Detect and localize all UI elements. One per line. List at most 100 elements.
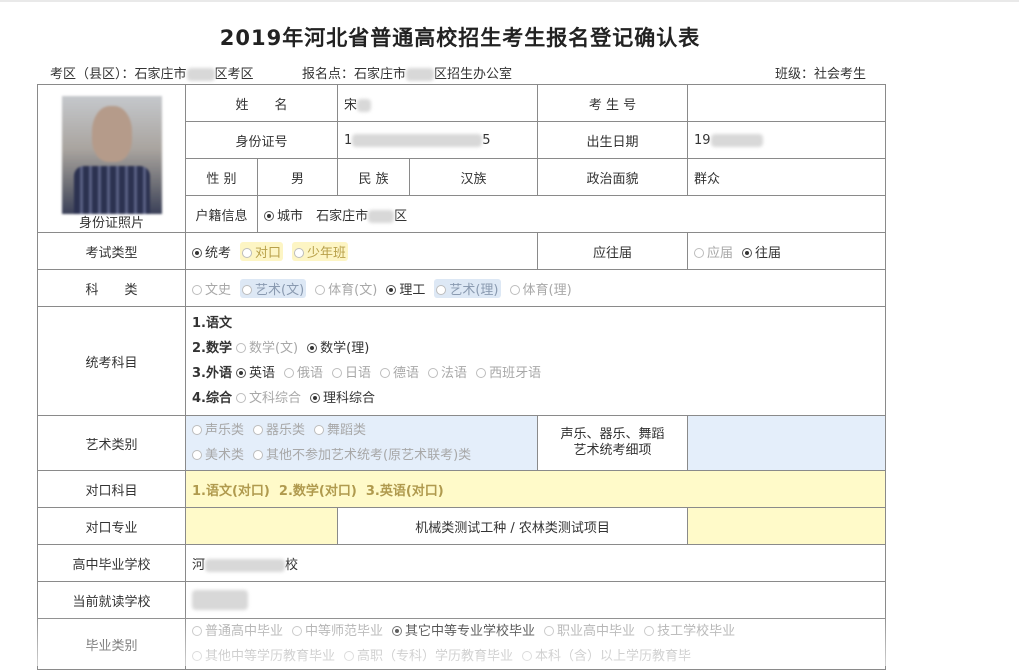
radio-option[interactable]: 理科综合 (310, 386, 375, 411)
id-photo (61, 96, 162, 214)
radio-option-label: 西班牙语 (489, 366, 542, 381)
unified-subject-row: 2.数学 数学(文) 数学(理) (192, 336, 879, 361)
radio-option[interactable]: 美术类 (192, 443, 244, 468)
birth-value: 19 (687, 121, 887, 159)
art-options-row-2: 美术类 其他不参加艺术统考(原艺术联考)类 (192, 443, 531, 468)
radio-unchecked-icon (192, 626, 202, 636)
exam-no-value (687, 84, 887, 122)
radio-option[interactable]: 数学(理) (307, 336, 369, 361)
radio-option[interactable]: 德语 (380, 361, 419, 386)
duikou-test-value[interactable] (687, 507, 887, 545)
radio-option[interactable]: 中等师范毕业 (292, 619, 383, 644)
political-label: 政治面貌 (537, 158, 689, 196)
radio-option[interactable]: 理工 (386, 279, 425, 298)
duikou-subjects-value: 1.语文(对口) 2.数学(对口) 3.英语(对口) (184, 470, 887, 508)
radio-option[interactable]: 文史 (192, 279, 231, 298)
exam-type-options: 统考 对口 少年班 (184, 232, 539, 270)
radio-unchecked-icon (192, 284, 202, 295)
radio-unchecked-icon (284, 368, 294, 378)
radio-option[interactable]: 往届 (742, 242, 781, 261)
birth-label: 出生日期 (537, 121, 689, 159)
grad-status-label: 应往届 (537, 232, 689, 270)
id-photo-cell: 身份证照片 (37, 84, 186, 233)
unified-subject-row: 1.语文 (192, 311, 879, 336)
radio-unchecked-icon (509, 284, 520, 295)
hs-school-value: 河校 (184, 544, 887, 582)
page-title: 2019年河北省普通高校招生考生报名登记确认表 (219, 26, 701, 50)
photo-caption: 身份证照片 (78, 216, 144, 231)
radio-option-label: 德语 (393, 366, 420, 381)
class-info: 班级：社会考生 (775, 67, 867, 82)
radio-option[interactable]: 应届 (694, 242, 733, 261)
radio-unchecked-icon (192, 450, 202, 460)
radio-option-label: 应届 (707, 245, 734, 261)
art-detail-value (687, 415, 887, 471)
radio-option-label: 数学(文) (248, 341, 299, 356)
radio-unchecked-icon (344, 651, 355, 661)
radio-option[interactable]: 普通高中毕业 (192, 619, 283, 644)
duikou-test-label: 机械类测试工种 / 农林类测试项目 (337, 507, 689, 545)
exam-type-label: 考试类型 (37, 232, 186, 270)
radio-option[interactable]: 体育(理) (509, 279, 572, 298)
radio-option[interactable]: 其它中等专业学校毕业 (392, 619, 535, 644)
radio-option[interactable]: 英语 (235, 361, 275, 386)
redacted-text (205, 558, 286, 572)
radio-option-label: 其他不参加艺术统考(原艺术联考)类 (266, 448, 472, 463)
radio-checked-icon (192, 247, 202, 258)
exam-no-label: 考 生 号 (537, 84, 689, 122)
radio-unchecked-icon (294, 247, 305, 258)
radio-option[interactable]: 少年班 (292, 241, 349, 261)
radio-unchecked-icon (253, 450, 264, 460)
id-no-label: 身份证号 (184, 121, 339, 159)
registration-point-info: 报名点：石家庄市 区招生办公室 (302, 63, 512, 82)
radio-option-label: 舞蹈类 (327, 423, 367, 438)
current-school-label: 当前就读学校 (37, 581, 186, 619)
top-border (0, 0, 1019, 2)
radio-option-label: 往届 (755, 245, 782, 261)
radio-option[interactable]: 艺术(文) (240, 278, 307, 298)
radio-option[interactable]: 俄语 (284, 361, 323, 386)
radio-option[interactable]: 本科（含）以上学历教育毕 (522, 644, 691, 669)
radio-option-label: 其他中等学历教育毕业 (205, 649, 336, 664)
radio-option[interactable]: 艺术(理) (434, 278, 501, 298)
duikou-subjects-label: 对口科目 (37, 470, 186, 508)
radio-option[interactable]: 法语 (428, 361, 467, 386)
radio-checked-icon (386, 284, 397, 295)
radio-option[interactable]: 声乐类 (192, 418, 244, 443)
radio-option[interactable]: 日语 (332, 361, 371, 386)
radio-unchecked-icon (235, 393, 246, 403)
radio-option-label: 技工学校毕业 (657, 624, 736, 639)
household-city-radio[interactable]: 城市 (264, 205, 303, 224)
radio-option[interactable]: 技工学校毕业 (644, 619, 735, 644)
radio-option[interactable]: 高职（专科）学历教育毕业 (344, 644, 513, 669)
radio-checked-icon (742, 247, 753, 258)
radio-option[interactable]: 职业高中毕业 (544, 619, 635, 644)
radio-option-label: 高职（专科）学历教育毕业 (357, 649, 514, 664)
radio-option[interactable]: 体育(文) (315, 279, 377, 298)
radio-option[interactable]: 西班牙语 (476, 361, 541, 386)
radio-option-label: 普通高中毕业 (205, 624, 284, 639)
grad-category-label: 毕业类别 (37, 618, 186, 670)
radio-option-label: 英语 (248, 366, 275, 381)
radio-unchecked-icon (544, 626, 555, 636)
radio-unchecked-icon (292, 626, 303, 636)
radio-unchecked-icon (192, 651, 202, 661)
radio-option[interactable]: 对口 (240, 241, 284, 261)
radio-option-label: 数学(理) (320, 341, 370, 356)
radio-unchecked-icon (380, 368, 391, 378)
radio-option[interactable]: 舞蹈类 (314, 418, 366, 443)
unified-subject-row: 3.外语 英语 俄语 日语 德语 法语 西班牙语 (192, 361, 879, 386)
radio-option[interactable]: 其他中等学历教育毕业 (192, 644, 335, 669)
political-value: 群众 (687, 158, 887, 196)
radio-option[interactable]: 文科综合 (235, 386, 301, 411)
radio-unchecked-icon (192, 425, 202, 435)
radio-option[interactable]: 其他不参加艺术统考(原艺术联考)类 (253, 443, 471, 468)
radio-option-label: 体育(理) (522, 282, 572, 298)
radio-option[interactable]: 数学(文) (235, 336, 299, 361)
radio-option[interactable]: 器乐类 (253, 418, 305, 443)
exam-area-prefix: 考区（县区）：石家庄市 (50, 67, 187, 82)
radio-checked-icon (235, 368, 246, 378)
radio-option[interactable]: 统考 (192, 242, 231, 261)
name-label: 姓 名 (184, 84, 339, 122)
duikou-major-value[interactable] (184, 507, 339, 545)
